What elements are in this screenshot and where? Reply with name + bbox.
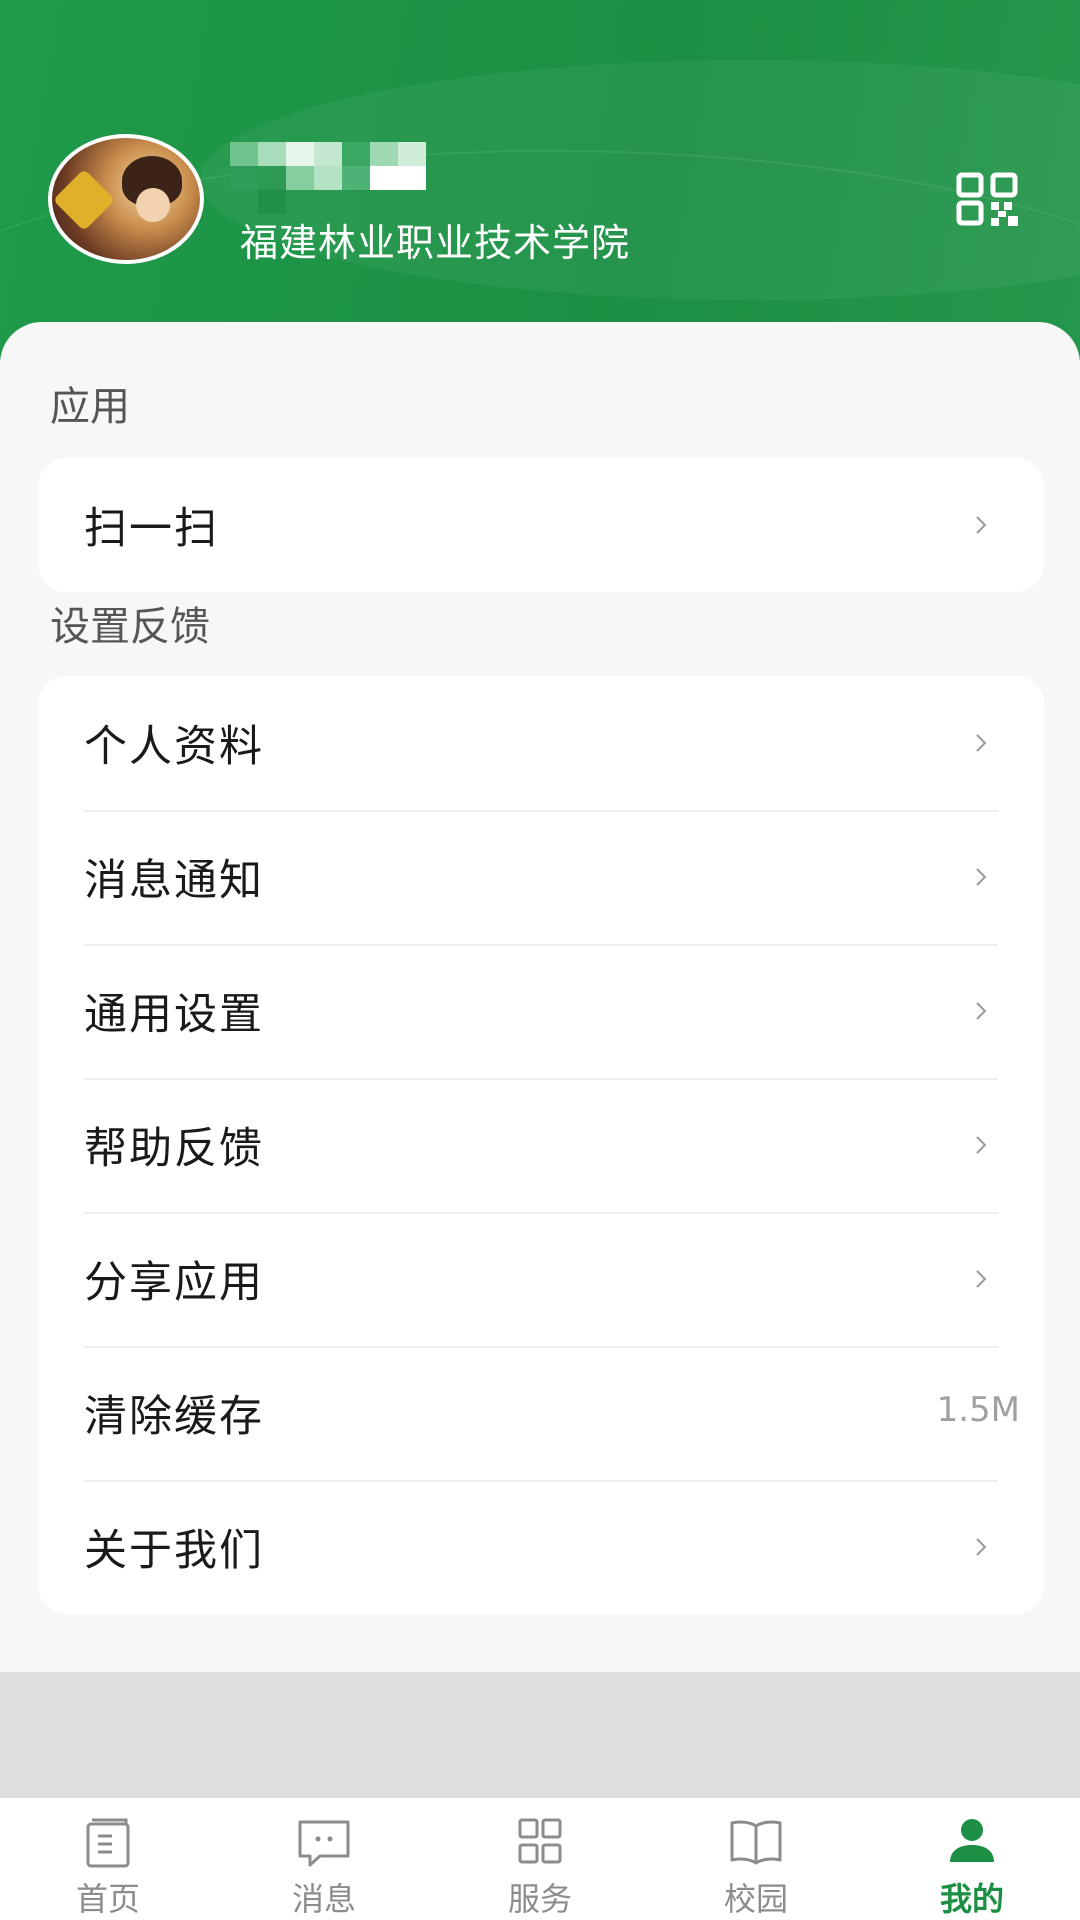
tab-label: 校园: [723, 1880, 788, 1918]
tab-label: 首页: [75, 1880, 140, 1918]
menu-item-label: 通用设置: [84, 990, 264, 1040]
avatar[interactable]: [48, 134, 204, 264]
menu-item-label: 关于我们: [84, 1526, 264, 1576]
menu-item-help-feedback[interactable]: 帮助反馈: [38, 1078, 1044, 1212]
content-panel: 应用 扫一扫 设置反馈 个人资料 消息通知 通用设置 帮助反馈 分享应用 清除缓…: [0, 322, 1080, 1672]
menu-item-share-app[interactable]: 分享应用: [38, 1212, 1044, 1346]
apps-card: 扫一扫: [38, 458, 1044, 592]
tab-services[interactable]: 服务: [432, 1798, 648, 1920]
qr-code-icon[interactable]: [956, 172, 1022, 226]
section-title-apps: 应用: [50, 384, 130, 430]
profile-header: 福建林业职业技术学院: [0, 0, 1080, 360]
bottom-tab-bar: 首页 消息 服务 校园 我的: [0, 1798, 1080, 1920]
chevron-right-icon: [976, 868, 987, 886]
chevron-right-icon: [976, 1538, 987, 1556]
open-book-icon: [730, 1820, 782, 1865]
menu-item-clear-cache[interactable]: 清除缓存 1.5M: [38, 1346, 1044, 1480]
chevron-right-icon: [976, 1136, 987, 1154]
menu-item-notifications[interactable]: 消息通知: [38, 810, 1044, 944]
grid-services-icon: [518, 1818, 562, 1864]
chevron-right-icon: [976, 516, 987, 534]
menu-item-label: 帮助反馈: [84, 1124, 264, 1174]
tab-label: 我的: [939, 1880, 1004, 1918]
message-bubble-icon: [298, 1820, 350, 1867]
menu-item-profile[interactable]: 个人资料: [38, 676, 1044, 810]
menu-item-scan[interactable]: 扫一扫: [38, 458, 1044, 592]
chevron-right-icon: [976, 1002, 987, 1020]
school-name: 福建林业职业技术学院: [240, 221, 631, 265]
tab-campus[interactable]: 校园: [648, 1798, 864, 1920]
tab-messages[interactable]: 消息: [216, 1798, 432, 1920]
tab-home[interactable]: 首页: [0, 1798, 216, 1920]
menu-item-label: 扫一扫: [84, 504, 219, 554]
chevron-right-icon: [976, 734, 987, 752]
avatar-emblem: [52, 168, 116, 232]
menu-item-label: 分享应用: [84, 1258, 264, 1308]
menu-item-general-settings[interactable]: 通用设置: [38, 944, 1044, 1078]
avatar-face: [136, 188, 170, 222]
settings-card: 个人资料 消息通知 通用设置 帮助反馈 分享应用 清除缓存 1.5M 关于我们: [38, 676, 1044, 1614]
chevron-right-icon: [976, 1270, 987, 1288]
menu-item-label: 个人资料: [84, 722, 264, 772]
home-document-icon: [86, 1818, 130, 1868]
username-redacted: [230, 142, 450, 214]
menu-item-about-us[interactable]: 关于我们: [38, 1480, 1044, 1614]
tab-label: 服务: [507, 1880, 572, 1918]
empty-area: [0, 1672, 1080, 1798]
cache-size-value: 1.5M: [936, 1390, 1020, 1430]
tab-label: 消息: [291, 1880, 356, 1918]
user-profile-icon: [950, 1819, 994, 1862]
menu-item-label: 消息通知: [84, 856, 264, 906]
section-title-settings: 设置反馈: [50, 604, 210, 650]
tab-me[interactable]: 我的: [864, 1798, 1080, 1920]
menu-item-label: 清除缓存: [84, 1392, 264, 1442]
